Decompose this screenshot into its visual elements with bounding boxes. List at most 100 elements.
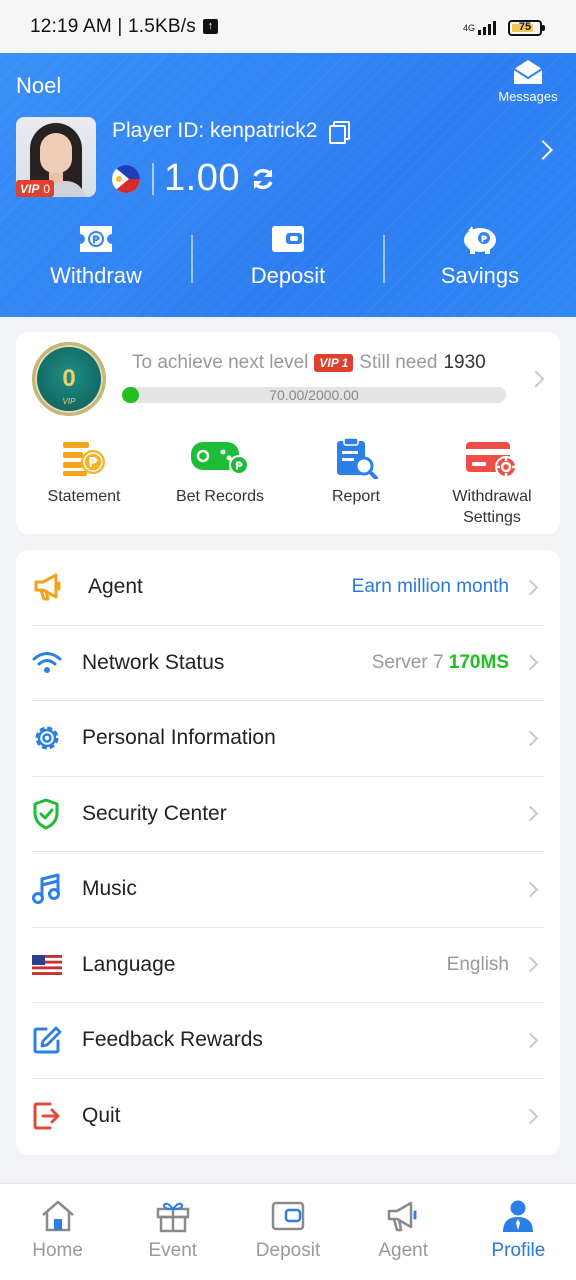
menu-value-network-status: Server 7 170MS xyxy=(372,652,509,674)
bet-records-label: Bet Records xyxy=(175,488,265,505)
vip-level-badge: 0 VIP xyxy=(32,342,106,416)
status-bar: 12:19 AM | 1.5KB/s ↑ 4G 75 xyxy=(0,0,576,53)
vip-badge-level: 0 xyxy=(62,365,76,392)
wifi-icon xyxy=(32,651,82,675)
nav-label-event: Event xyxy=(148,1240,198,1261)
network-latency: 170MS xyxy=(448,651,509,673)
statement-icon: ₱ xyxy=(16,436,152,480)
upload-icon: ↑ xyxy=(202,19,218,34)
chevron-right-icon xyxy=(527,370,545,388)
menu-value-language: English xyxy=(446,953,509,975)
piggy-bank-icon: ₱ xyxy=(384,223,576,255)
balance-row: 1.00 xyxy=(112,157,276,200)
menu-item-language[interactable]: Language English xyxy=(32,928,544,1003)
menu-item-personal-information[interactable]: Personal Information xyxy=(32,701,544,777)
menu-label-agent: Agent xyxy=(88,575,143,599)
nav-agent[interactable]: Agent xyxy=(346,1184,461,1280)
next-level-prefix: To achieve next level xyxy=(132,352,309,373)
avatar-vip-level: 0 xyxy=(43,181,51,196)
withdraw-button[interactable]: ₱ Withdraw xyxy=(0,223,192,295)
menu-label-security-center: Security Center xyxy=(82,801,227,825)
battery-level: 75 xyxy=(518,21,532,33)
edit-icon xyxy=(32,1025,82,1055)
nav-event[interactable]: Event xyxy=(115,1184,230,1280)
level-progress-text: 70.00/2000.00 xyxy=(269,387,359,403)
user-icon xyxy=(461,1198,576,1234)
messages-button[interactable]: Messages xyxy=(496,59,560,104)
megaphone-icon xyxy=(32,572,82,602)
shield-icon xyxy=(32,798,82,830)
wallet-actions: ₱ Withdraw Deposit ₱ Savings xyxy=(0,223,576,295)
menu-list: Agent Earn million month Network Status … xyxy=(16,550,560,1155)
menu-label-network-status: Network Status xyxy=(82,650,225,674)
avatar-vip-badge: VIP 0 xyxy=(16,180,55,197)
report-icon xyxy=(288,436,424,480)
chevron-right-icon xyxy=(522,956,539,973)
gamepad-icon: ₱ xyxy=(152,436,288,480)
music-icon xyxy=(32,873,82,905)
nav-label-agent: Agent xyxy=(378,1240,429,1261)
menu-label-music: Music xyxy=(82,877,137,901)
nav-profile[interactable]: Profile xyxy=(461,1184,576,1280)
menu-item-security-center[interactable]: Security Center xyxy=(32,777,544,852)
balance-amount: 1.00 xyxy=(164,157,240,199)
logout-icon xyxy=(32,1101,82,1131)
need-amount: 1930 xyxy=(443,352,486,373)
withdraw-icon: ₱ xyxy=(0,223,192,255)
menu-item-network-status[interactable]: Network Status Server 7 170MS xyxy=(32,626,544,701)
nav-deposit[interactable]: Deposit xyxy=(230,1184,345,1280)
menu-label-personal-information: Personal Information xyxy=(82,726,276,750)
chevron-right-icon xyxy=(522,730,539,747)
server-name: Server 7 xyxy=(371,651,444,673)
bet-records-button[interactable]: ₱ Bet Records xyxy=(152,436,288,528)
gear-icon xyxy=(32,723,82,753)
svg-text:₱: ₱ xyxy=(92,234,100,247)
vip-badge-sub: VIP xyxy=(62,397,76,406)
avatar-vip-label: VIP xyxy=(20,181,40,196)
refresh-icon[interactable] xyxy=(250,166,276,192)
menu-label-feedback-rewards: Feedback Rewards xyxy=(82,1028,263,1052)
battery-icon: 75 xyxy=(508,20,545,36)
status-time: 12:19 AM | 1.5KB/s xyxy=(30,15,196,37)
profile-header: Noel Messages VIP 0 Player ID: kenpatric… xyxy=(0,53,576,317)
vip-level-card[interactable]: 0 VIP To achieve next level VIP 1 Still … xyxy=(16,332,560,534)
report-button[interactable]: Report xyxy=(288,436,424,528)
menu-item-agent[interactable]: Agent Earn million month xyxy=(32,550,544,626)
still-need-label: Still need xyxy=(359,352,438,373)
network-type: 4G xyxy=(462,22,475,33)
menu-value-agent: Earn million month xyxy=(351,576,509,598)
chevron-right-icon xyxy=(522,579,539,596)
nav-label-deposit: Deposit xyxy=(255,1240,321,1261)
menu-item-music[interactable]: Music xyxy=(32,852,544,928)
savings-label: Savings xyxy=(440,263,520,288)
chevron-right-icon[interactable] xyxy=(533,140,553,160)
deposit-button[interactable]: Deposit xyxy=(192,223,384,295)
bottom-navigation: Home Event Deposit Agent Profile xyxy=(0,1183,576,1280)
menu-label-quit: Quit xyxy=(82,1104,121,1128)
philippines-flag-icon xyxy=(112,164,140,193)
envelope-icon xyxy=(512,59,544,85)
wallet-icon xyxy=(230,1198,345,1234)
chevron-right-icon xyxy=(522,1108,539,1125)
megaphone-icon xyxy=(346,1198,461,1234)
quick-actions: ₱ Statement ₱ Bet Records Report Withdra… xyxy=(16,436,560,528)
menu-item-quit[interactable]: Quit xyxy=(32,1079,544,1155)
copy-icon[interactable] xyxy=(329,121,351,144)
withdrawal-settings-label: Withdrawal Settings xyxy=(452,488,532,526)
messages-label: Messages xyxy=(498,89,558,104)
menu-item-feedback-rewards[interactable]: Feedback Rewards xyxy=(32,1003,544,1079)
wallet-icon xyxy=(192,223,384,255)
statement-button[interactable]: ₱ Statement xyxy=(16,436,152,528)
chevron-right-icon xyxy=(522,881,539,898)
chevron-right-icon xyxy=(522,654,539,671)
nav-label-home: Home xyxy=(32,1240,83,1261)
user-name: Noel xyxy=(16,73,62,98)
deposit-label: Deposit xyxy=(250,263,326,288)
us-flag-icon xyxy=(32,954,82,975)
svg-text:₱: ₱ xyxy=(235,460,243,473)
withdrawal-settings-button[interactable]: Withdrawal Settings xyxy=(424,436,560,528)
nav-label-profile: Profile xyxy=(491,1240,546,1261)
nav-home[interactable]: Home xyxy=(0,1184,115,1280)
savings-button[interactable]: ₱ Savings xyxy=(384,223,576,295)
player-id-text: Player ID: kenpatrick2 xyxy=(112,119,318,142)
